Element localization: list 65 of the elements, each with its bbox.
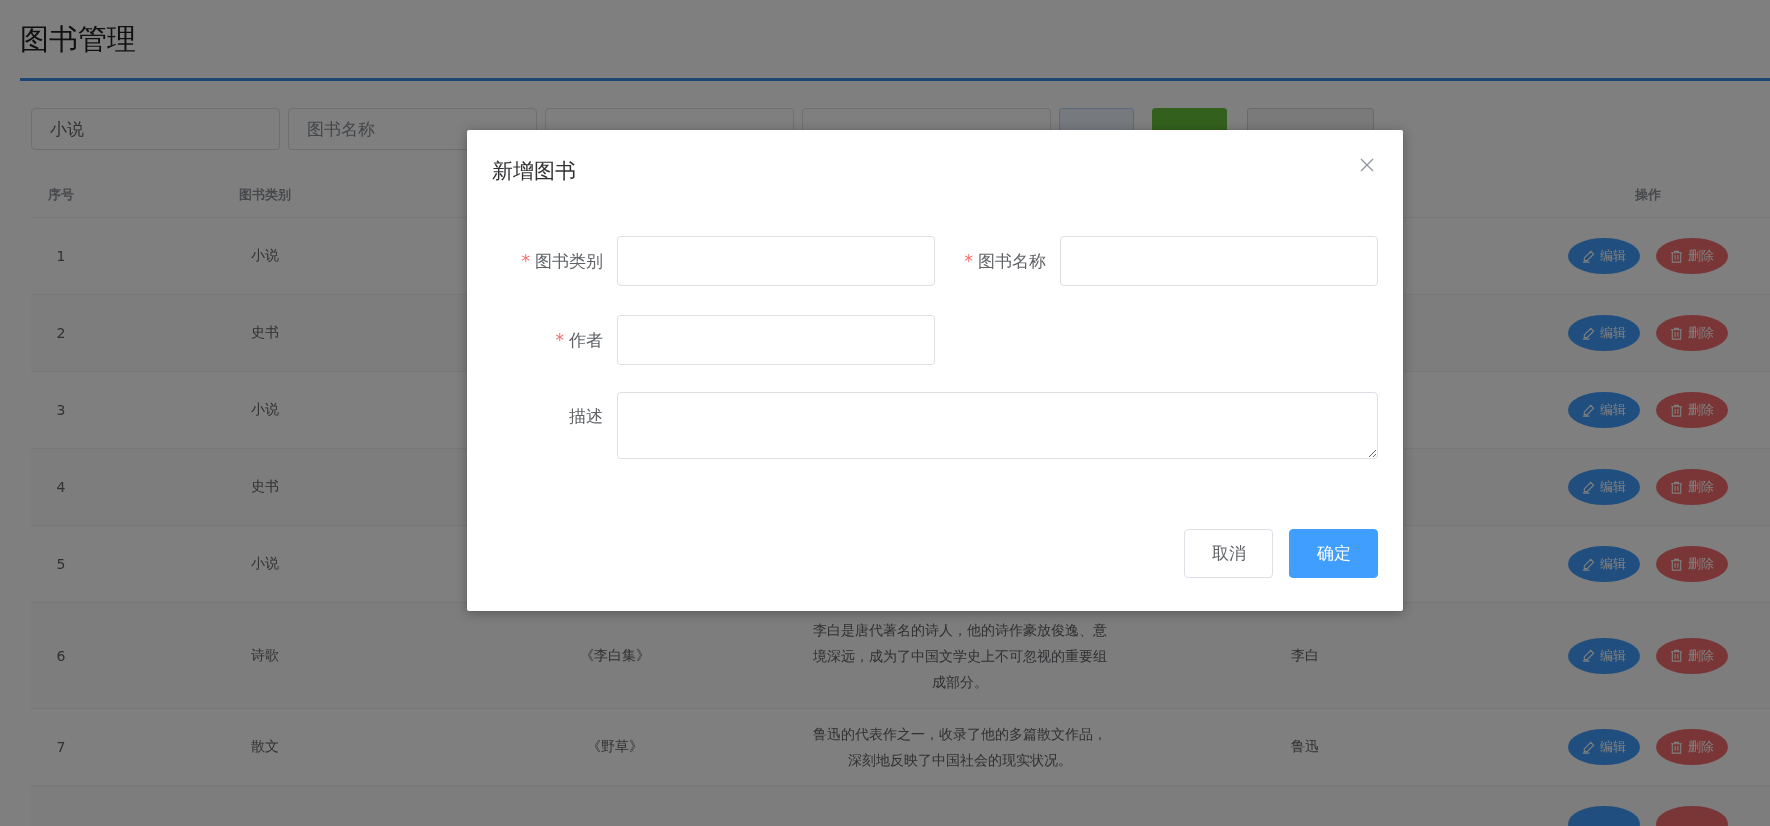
required-asterisk: * bbox=[555, 330, 564, 350]
trash-icon bbox=[1670, 480, 1683, 494]
pencil-icon bbox=[1582, 403, 1595, 417]
table-cell-text: 鲁迅的代表作之一，收录了他的多篇散文作品，深刻地反映了中国社会的现实状况。 bbox=[812, 725, 1108, 770]
table-cell: 小说 bbox=[251, 401, 279, 419]
table-cell: 7 bbox=[56, 739, 66, 755]
edit-button[interactable]: 编辑 bbox=[1568, 392, 1640, 428]
trash-icon bbox=[1670, 740, 1683, 754]
edit-button[interactable]: 编辑 bbox=[1568, 729, 1640, 765]
delete-button[interactable]: 删除 bbox=[1656, 238, 1728, 274]
field-label: 图书名称 bbox=[978, 249, 1046, 273]
field-label: 图书类别 bbox=[535, 249, 603, 273]
table-cell: 1 bbox=[56, 248, 66, 264]
input-field[interactable] bbox=[617, 315, 935, 365]
pencil-icon bbox=[1582, 740, 1595, 754]
edit-button[interactable]: 编辑 bbox=[1568, 315, 1640, 351]
table-cell: 鲁迅 bbox=[1291, 738, 1319, 756]
input-field[interactable] bbox=[617, 236, 935, 286]
table-cell: 《野草》 bbox=[587, 738, 643, 756]
table-cell: 6 bbox=[56, 647, 66, 664]
table-cell: 散文 bbox=[251, 738, 279, 756]
dialog-title: 新增图书 bbox=[492, 158, 576, 185]
table-cell: 2 bbox=[56, 325, 66, 341]
pencil-icon bbox=[1582, 649, 1595, 662]
field-label: 作者 bbox=[569, 328, 603, 352]
table-cell: 5 bbox=[56, 556, 66, 572]
table-cell: 李白 bbox=[1291, 646, 1319, 665]
edit-button[interactable]: 编辑 bbox=[1568, 637, 1640, 674]
pencil-icon bbox=[1582, 557, 1595, 571]
table-cell: 《李白集》 bbox=[580, 646, 650, 665]
delete-button[interactable]: 删除 bbox=[1656, 469, 1728, 505]
trash-icon bbox=[1670, 249, 1683, 263]
trash-icon bbox=[1670, 649, 1683, 662]
table-cell: 史书 bbox=[251, 478, 279, 496]
table-cell-text: 李白是唐代著名的诗人，他的诗作豪放俊逸、意境深远，成为了中国文学史上不可忽视的重要组成部分。 bbox=[812, 620, 1108, 692]
delete-button[interactable]: 删除 bbox=[1656, 546, 1728, 582]
required-asterisk: * bbox=[521, 251, 530, 271]
trash-icon bbox=[1670, 403, 1683, 417]
edit-button[interactable]: 编辑 bbox=[1568, 238, 1640, 274]
required-asterisk: * bbox=[964, 251, 973, 271]
trash-icon bbox=[1670, 326, 1683, 340]
description-field[interactable] bbox=[617, 392, 1378, 459]
table-cell: 小说 bbox=[251, 247, 279, 265]
close-icon[interactable] bbox=[1360, 158, 1374, 172]
table-cell: 4 bbox=[56, 479, 66, 495]
search-field[interactable]: 小说 bbox=[31, 108, 280, 150]
pencil-icon bbox=[1582, 249, 1595, 263]
table-cell: 3 bbox=[56, 402, 66, 418]
cancel-button[interactable]: 取消 bbox=[1184, 529, 1273, 578]
table-cell: 史书 bbox=[251, 324, 279, 342]
field-label: 描述 bbox=[569, 404, 603, 428]
edit-button[interactable]: 编辑 bbox=[1568, 546, 1640, 582]
delete-button[interactable]: 删除 bbox=[1656, 315, 1728, 351]
delete-button[interactable]: 删除 bbox=[1656, 392, 1728, 428]
edit-button[interactable]: 编辑 bbox=[1568, 469, 1640, 505]
pencil-icon bbox=[1582, 326, 1595, 340]
pencil-icon bbox=[1582, 480, 1595, 494]
table-cell: 小说 bbox=[251, 555, 279, 573]
input-field[interactable] bbox=[1060, 236, 1378, 286]
table-cell: 诗歌 bbox=[251, 646, 279, 665]
delete-button[interactable]: 删除 bbox=[1656, 729, 1728, 765]
trash-icon bbox=[1670, 557, 1683, 571]
delete-button[interactable]: 删除 bbox=[1656, 637, 1728, 674]
page-title: 图书管理 bbox=[20, 21, 137, 58]
confirm-button[interactable]: 确定 bbox=[1289, 529, 1378, 578]
